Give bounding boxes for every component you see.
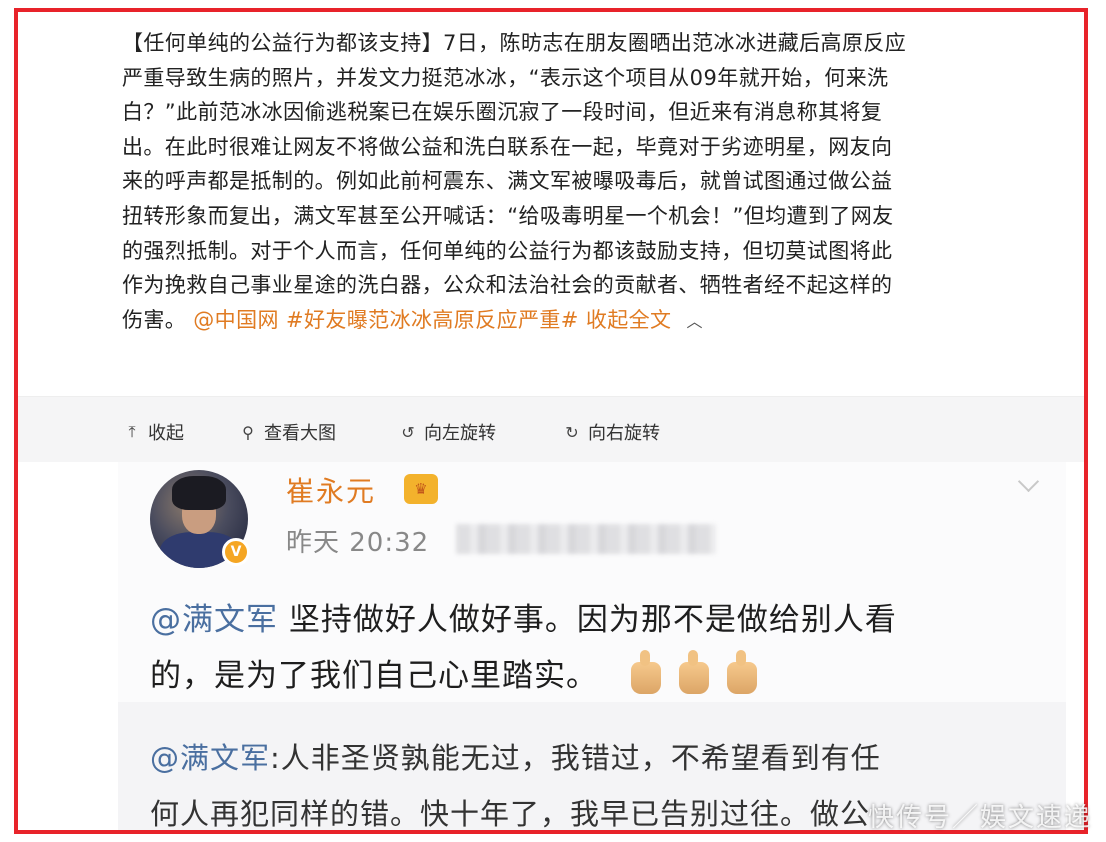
post-line: 出。在此时很难让网友不将做公益和洗白联系在一起，毕竟对于劣迹明星，网友向	[122, 134, 893, 159]
comment-card: V 崔永元 ♛ 昨天 20:32 @满文军 坚持做好人做好事。因为那不是做给别人…	[118, 462, 1066, 830]
post-line: 作为挽救自己事业星途的洗白器，公众和法治社会的贡献者、牺牲者经不起这样的	[122, 273, 893, 298]
rotate-right-icon: ↻	[565, 422, 579, 442]
reply-line-text: 坚持做好人做好事。因为那不是做给别人看	[278, 602, 897, 638]
user-name-link[interactable]: 崔永元	[286, 470, 376, 510]
quoted-line: @满文军:人非圣贤孰能无过，我错过，不希望看到有任	[150, 730, 1040, 786]
thumbs-up-icon	[678, 649, 709, 694]
reply-line: @满文军 坚持做好人做好事。因为那不是做给别人看	[150, 592, 1040, 648]
rotate-right-button[interactable]: ↻ 向右旋转	[562, 419, 660, 445]
chevron-down-icon[interactable]	[1018, 474, 1040, 496]
rotate-left-label: 向左旋转	[424, 423, 496, 444]
post-line: 严重导致生病的照片，并发文力挺范冰冰，“表示这个项目从09年就开始，何来洗	[122, 65, 889, 90]
post-line: 扭转形象而复出，满文军甚至公开喊话：“给吸毒明星一个机会！”但均遭到了网友	[122, 203, 894, 228]
collapse-up-icon: ⤒	[128, 422, 136, 441]
thumbs-up-icon	[726, 649, 757, 694]
member-badge-icon: ♛	[404, 474, 438, 504]
hashtag-link[interactable]: #好友曝范冰冰高原反应严重#	[286, 308, 579, 332]
post-line: 的强烈抵制。对于个人而言，任何单纯的公益行为都该鼓励支持，但切莫试图将此	[122, 238, 893, 263]
post-line: 来的呼声都是抵制的。例如此前柯震东、满文军被曝吸毒后，就曾试图通过做公益	[122, 169, 893, 194]
watermark: 快传号／娱文速递	[867, 803, 1092, 833]
magnifier-icon: ⚲	[242, 422, 254, 442]
rotate-right-label: 向右旋转	[588, 423, 660, 444]
screenshot-frame: 【任何单纯的公益行为都该支持】7日，陈昉志在朋友圈晒出范冰冰进藏后高原反应 严重…	[14, 8, 1088, 834]
collapse-label: 收起	[148, 423, 184, 444]
mention-link[interactable]: @满文军	[150, 602, 278, 638]
reply-text: @满文军 坚持做好人做好事。因为那不是做给别人看 的，是为了我们自己心里踏实。	[150, 592, 1040, 704]
source-link[interactable]: @中国网	[193, 308, 279, 332]
post-line: 【任何单纯的公益行为都该支持】7日，陈昉志在朋友圈晒出范冰冰进藏后高原反应	[122, 31, 907, 55]
post-timestamp: 昨天 20:32	[286, 528, 430, 558]
rotate-left-icon: ↺	[401, 422, 415, 442]
post-body: 【任何单纯的公益行为都该支持】7日，陈昉志在朋友圈晒出范冰冰进藏后高原反应 严重…	[122, 26, 1072, 339]
thumbs-up-emojis	[630, 649, 757, 694]
thumbs-up-icon	[630, 649, 661, 694]
image-toolbar: ⤒ 收起 ⚲ 查看大图 ↺ 向左旋转 ↻ 向右旋转	[18, 396, 1084, 462]
view-large-button[interactable]: ⚲ 查看大图	[238, 419, 336, 445]
collapse-button[interactable]: ⤒ 收起	[122, 419, 184, 445]
post-line-text: 伤害。	[122, 307, 187, 332]
quoted-line-text: :人非圣贤孰能无过，我错过，不希望看到有任	[270, 741, 881, 775]
collapse-full-text-link[interactable]: 收起全文	[586, 308, 672, 332]
reply-line-text: 的，是为了我们自己心里踏实。	[150, 658, 598, 694]
post-line: 白？”此前范冰冰因偷逃税案已在娱乐圈沉寂了一段时间，但近来有消息称其将复	[122, 100, 883, 125]
avatar-hair	[172, 476, 226, 510]
mention-link[interactable]: @满文军	[150, 741, 270, 775]
view-large-label: 查看大图	[264, 423, 336, 444]
chevron-up-icon[interactable]: ︿	[687, 312, 703, 331]
post-last-line: 伤害。 @中国网 #好友曝范冰冰高原反应严重# 收起全文 ︿	[122, 303, 1072, 340]
verified-badge-icon: V	[222, 538, 250, 566]
blurred-source	[456, 524, 716, 554]
reply-line: 的，是为了我们自己心里踏实。	[150, 648, 1040, 704]
rotate-left-button[interactable]: ↺ 向左旋转	[398, 419, 496, 445]
